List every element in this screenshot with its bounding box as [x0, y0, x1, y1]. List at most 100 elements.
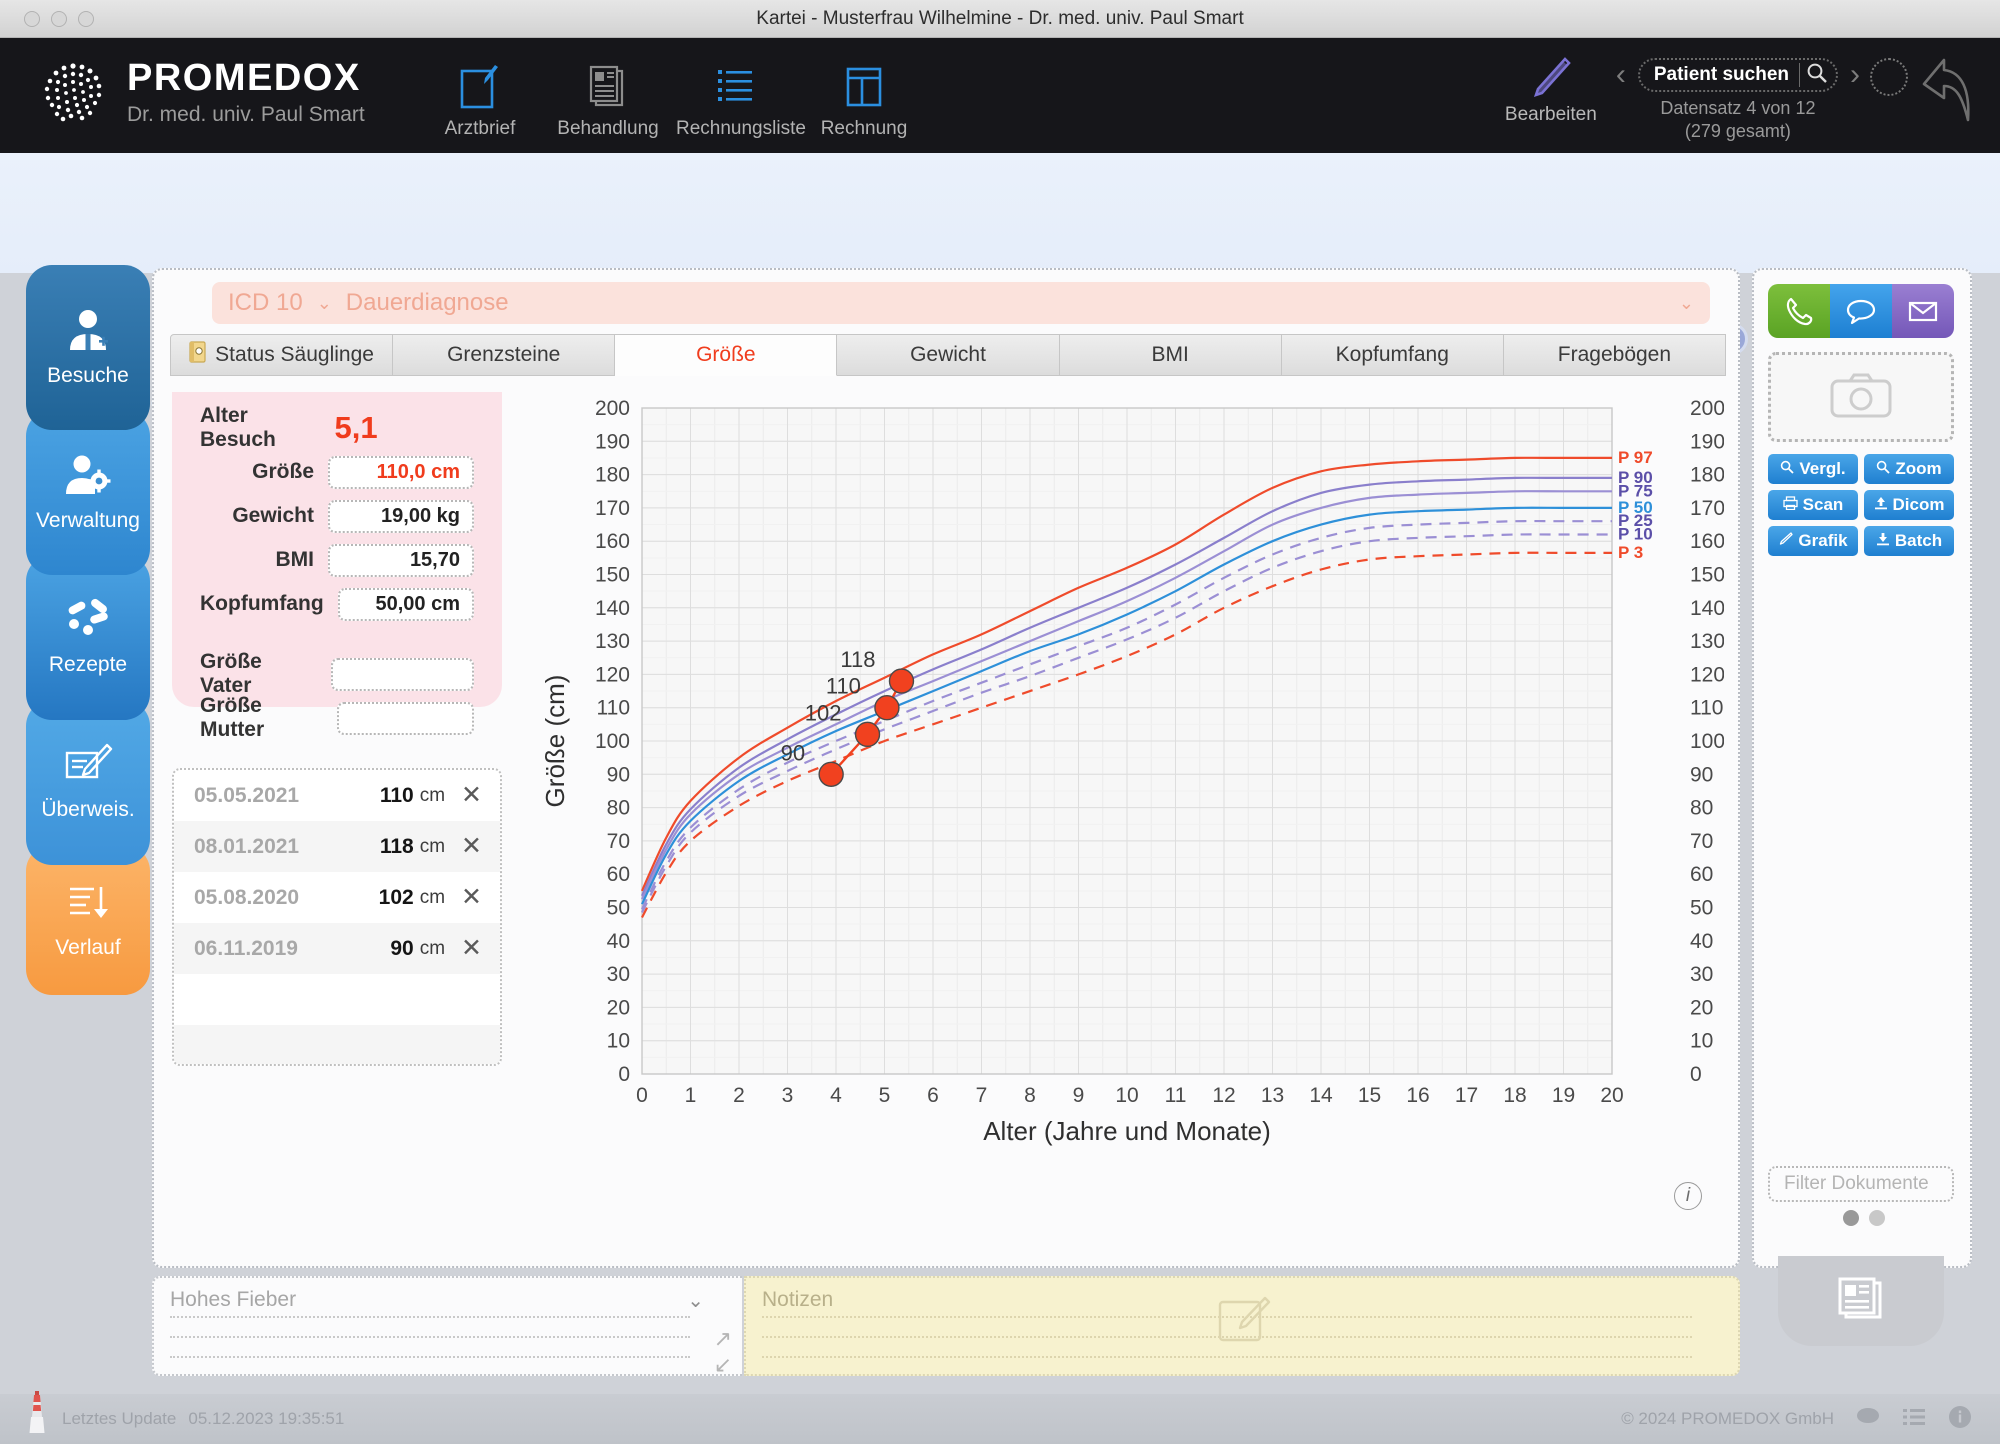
groesse-vater-field[interactable]: [330, 657, 474, 691]
close-icon[interactable]: ✕: [461, 834, 482, 859]
groesse-mutter-field[interactable]: [336, 701, 474, 735]
vergleich-button[interactable]: Vergl.: [1768, 454, 1858, 484]
chat-button[interactable]: [1830, 284, 1892, 338]
edit-button[interactable]: Bearbeiten: [1496, 52, 1606, 126]
minimize-button[interactable]: [51, 11, 67, 27]
header-item-behandlung[interactable]: Behandlung: [548, 58, 668, 140]
svg-text:110: 110: [1690, 697, 1723, 720]
chevron-down-icon[interactable]: ⌄: [317, 293, 332, 314]
status-circle-icon[interactable]: [1870, 58, 1908, 96]
application-window: Kartei - Musterfrau Wilhelmine - Dr. med…: [0, 0, 2000, 1444]
sidebar-item-besuche[interactable]: Besuche: [26, 265, 150, 430]
list-icon[interactable]: [1902, 1406, 1926, 1433]
main-content-card: ICD 10 ⌄ Dauerdiagnose ⌄ Status Säugling…: [152, 268, 1740, 1268]
gewicht-field[interactable]: 19,00 kg: [328, 499, 474, 533]
svg-text:130: 130: [595, 630, 630, 653]
scan-button[interactable]: Scan: [1768, 490, 1858, 520]
record-count-line2: (279 gesamt): [1684, 120, 1791, 141]
chevron-down-icon[interactable]: ⌄: [1679, 293, 1694, 314]
grafik-button[interactable]: Grafik: [1768, 526, 1858, 556]
header-item-arztbrief[interactable]: Arztbrief: [420, 58, 540, 140]
table-row[interactable]: 06.11.2019 90 cm ✕: [174, 923, 500, 974]
next-record-button[interactable]: ›: [1850, 60, 1860, 90]
mail-button[interactable]: [1892, 284, 1954, 338]
svg-text:17: 17: [1455, 1084, 1478, 1107]
svg-text:90: 90: [607, 763, 630, 786]
dicom-button[interactable]: Dicom: [1864, 490, 1954, 520]
previous-record-button[interactable]: ‹: [1616, 60, 1626, 90]
close-button[interactable]: [24, 11, 40, 27]
maximize-button[interactable]: [78, 11, 94, 27]
close-icon[interactable]: ✕: [461, 885, 482, 910]
zoom-button[interactable]: Zoom: [1864, 454, 1954, 484]
list-icon: [676, 58, 796, 116]
table-row[interactable]: 08.01.2021 118 cm ✕: [174, 821, 500, 872]
svg-text:110: 110: [597, 697, 630, 720]
svg-text:12: 12: [1212, 1084, 1235, 1107]
icd-diagnosis-label: Dauerdiagnose: [345, 289, 509, 316]
svg-text:16: 16: [1406, 1084, 1429, 1107]
header-item-rechnung[interactable]: Rechnung: [804, 58, 924, 140]
pager-dot-active[interactable]: [1843, 1210, 1859, 1226]
svg-text:170: 170: [595, 497, 630, 520]
documents-tab-handle[interactable]: [1778, 1256, 1944, 1346]
notes-edit-icon[interactable]: [1216, 1292, 1274, 1353]
phone-button[interactable]: [1768, 284, 1830, 338]
filter-documents-input[interactable]: Filter Dokumente: [1768, 1166, 1954, 1202]
sidebar-item-verwaltung[interactable]: Verwaltung: [26, 410, 150, 575]
measurement-row-groesse: Größe 110,0 cm: [172, 450, 502, 494]
notes-panel[interactable]: Notizen: [744, 1276, 1740, 1376]
table-row-empty[interactable]: [174, 1025, 500, 1064]
info-icon[interactable]: [1948, 1405, 1972, 1434]
svg-text:60: 60: [607, 863, 630, 886]
diagnosis-entry-panel[interactable]: Hohes Fieber ⌄ ↗ ↙: [152, 1276, 742, 1378]
svg-text:11: 11: [1165, 1084, 1187, 1107]
table-row[interactable]: 05.08.2020 102 cm ✕: [174, 872, 500, 923]
sidebar-item-verlauf[interactable]: Verlauf: [26, 845, 150, 995]
sidebar-item-rezepte[interactable]: Rezepte: [26, 555, 150, 720]
table-row-empty[interactable]: [174, 974, 500, 1025]
tab-fragebogen[interactable]: Fragebögen: [1503, 334, 1726, 376]
svg-text:P 3: P 3: [1618, 543, 1643, 562]
search-icon: [1876, 459, 1890, 479]
diagnosis-entry-field[interactable]: Hohes Fieber: [170, 1288, 296, 1312]
growth-chart[interactable]: P 97 P 90 P 75 P 50 P 25 P 10 P 3 90 102 110 118 0 0…: [534, 382, 1725, 1222]
share-arrow-icon[interactable]: [1918, 54, 1976, 133]
close-icon[interactable]: ✕: [461, 936, 482, 961]
svg-text:0: 0: [618, 1063, 630, 1086]
notes-field[interactable]: Notizen: [762, 1288, 833, 1312]
measurement-history-list: 05.05.2021 110 cm ✕ 08.01.2021 118 cm ✕ …: [172, 768, 502, 1066]
close-icon[interactable]: ✕: [461, 783, 482, 808]
header-item-rechnungsliste[interactable]: Rechnungsliste: [676, 58, 806, 140]
svg-text:160: 160: [1690, 530, 1724, 553]
bmi-field[interactable]: 15,70: [328, 543, 474, 577]
info-icon[interactable]: i: [1674, 1182, 1702, 1210]
patient-search-box[interactable]: Patient suchen: [1637, 58, 1838, 92]
tab-status-saeuglinge[interactable]: Status Säuglinge: [170, 334, 394, 376]
patient-photo-placeholder[interactable]: [1768, 352, 1954, 442]
pencil-icon: [1496, 52, 1606, 104]
tab-gewicht[interactable]: Gewicht: [837, 334, 1060, 376]
chat-icon[interactable]: [1856, 1406, 1880, 1433]
documents-icon: [548, 58, 668, 116]
tab-kopfumfang[interactable]: Kopfumfang: [1281, 334, 1504, 376]
pager-dot[interactable]: [1869, 1210, 1885, 1226]
search-icon[interactable]: [1806, 62, 1828, 89]
svg-text:70: 70: [1690, 830, 1713, 853]
batch-button[interactable]: Batch: [1864, 526, 1954, 556]
tab-groesse[interactable]: Größe: [615, 334, 838, 376]
tab-grenzsteine[interactable]: Grenzsteine: [393, 334, 616, 376]
groesse-field[interactable]: 110,0 cm: [328, 455, 474, 489]
brand-subtitle: Dr. med. univ. Paul Smart: [127, 103, 365, 126]
resize-handle-icon[interactable]: ↗ ↙: [714, 1326, 732, 1378]
kopfumfang-field[interactable]: 50,00 cm: [337, 587, 474, 621]
sidebar-item-ueberweisung[interactable]: Überweis.: [26, 700, 150, 865]
window-controls[interactable]: [24, 11, 94, 27]
tab-bmi[interactable]: BMI: [1059, 334, 1282, 376]
chevron-down-icon[interactable]: ⌄: [687, 1288, 704, 1313]
document-pager[interactable]: [1754, 1210, 1974, 1226]
table-row[interactable]: 05.05.2021 110 cm ✕: [174, 770, 500, 821]
search-input[interactable]: Patient suchen: [1654, 64, 1789, 86]
svg-text:90: 90: [781, 740, 805, 765]
icd-bar[interactable]: ICD 10 ⌄ Dauerdiagnose ⌄: [212, 282, 1710, 324]
